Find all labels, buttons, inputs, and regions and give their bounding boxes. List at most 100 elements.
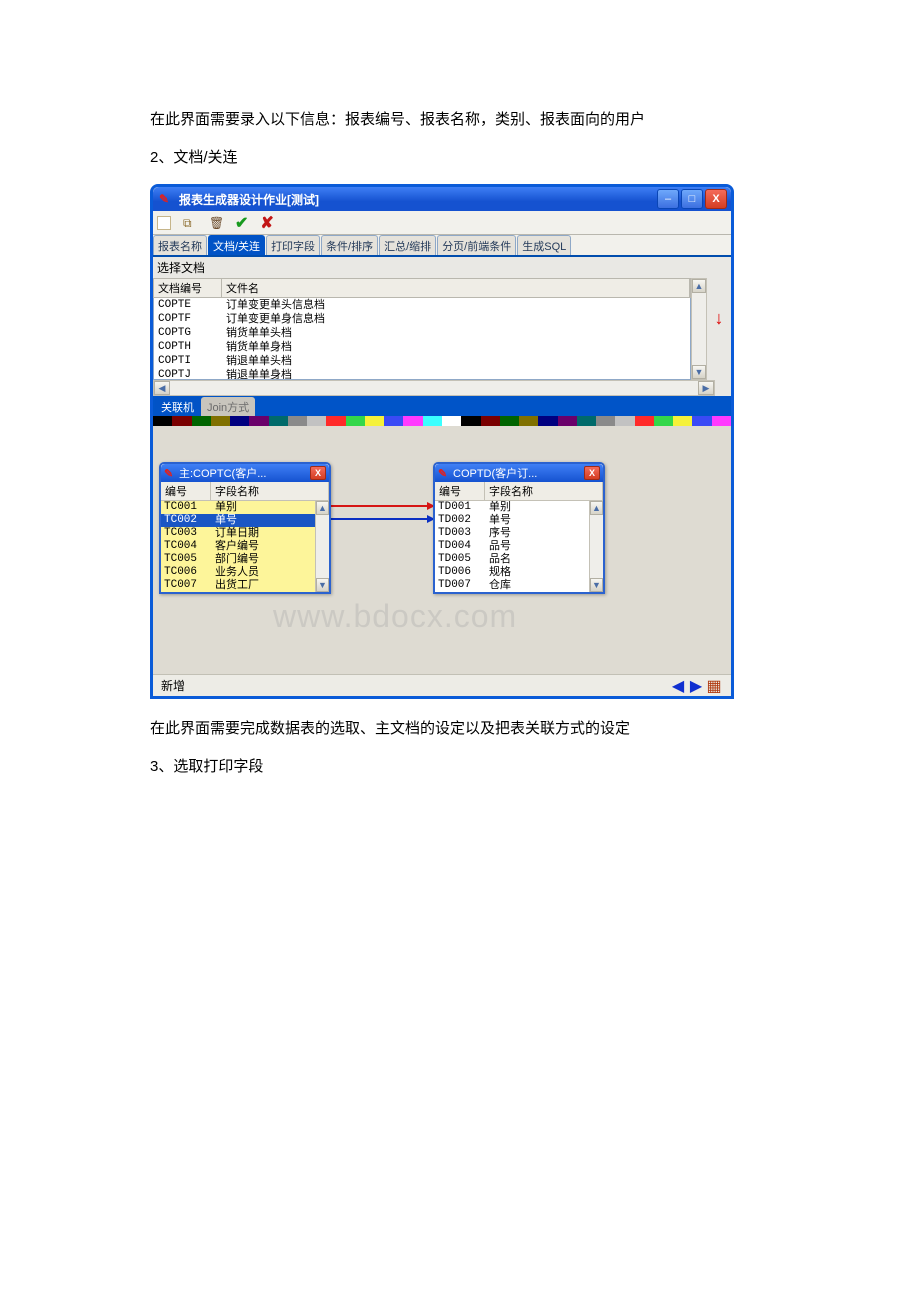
color-swatch[interactable]: [172, 416, 191, 426]
color-swatch[interactable]: [577, 416, 596, 426]
table-row: TD005品名: [435, 553, 589, 566]
color-swatch[interactable]: [635, 416, 654, 426]
color-swatch[interactable]: [461, 416, 480, 426]
table-row: TC002单号: [161, 514, 315, 527]
master-vscroll[interactable]: ▲▼: [315, 501, 329, 592]
color-swatch[interactable]: [384, 416, 403, 426]
maximize-button[interactable]: □: [681, 189, 703, 209]
scroll-left-icon[interactable]: ◀: [154, 381, 170, 395]
subtab-relation[interactable]: 关联机: [155, 397, 200, 416]
file-list-vscroll[interactable]: ▲ ▼: [691, 278, 707, 380]
table-row: TC004客户编号: [161, 540, 315, 553]
color-bar: [153, 416, 731, 426]
subtab-join[interactable]: Join方式: [201, 397, 255, 416]
color-swatch[interactable]: [153, 416, 172, 426]
color-swatch[interactable]: [211, 416, 230, 426]
new-icon[interactable]: [157, 216, 171, 230]
color-swatch[interactable]: [365, 416, 384, 426]
tab-summary[interactable]: 汇总/缩排: [379, 235, 436, 255]
scroll-down-icon[interactable]: ▼: [590, 578, 603, 592]
file-list[interactable]: COPTE订单变更单头信息档 COPTF订单变更单身信息档 COPTG销货单单头…: [153, 298, 691, 380]
next-icon[interactable]: ▶: [687, 676, 705, 696]
cancel-icon[interactable]: ✘: [260, 213, 273, 233]
scroll-down-icon[interactable]: ▼: [692, 365, 706, 379]
table-row: TC001单别: [161, 501, 315, 514]
para-4: 3、选取打印字段: [150, 755, 770, 779]
color-swatch[interactable]: [403, 416, 422, 426]
close-button[interactable]: X: [705, 189, 727, 209]
status-text: 新增: [161, 677, 669, 694]
scroll-down-icon[interactable]: ▼: [316, 578, 329, 592]
color-swatch[interactable]: [538, 416, 557, 426]
table-icon: ✎: [164, 467, 176, 480]
close-icon[interactable]: X: [584, 466, 600, 480]
color-swatch[interactable]: [230, 416, 249, 426]
list-item: COPTG销货单单头档: [154, 326, 690, 340]
prev-icon[interactable]: ◀: [669, 676, 687, 696]
file-list-header: 文档编号 文件名: [153, 278, 691, 298]
para-1: 在此界面需要录入以下信息：报表编号、报表名称，类别、报表面向的用户: [150, 108, 770, 132]
color-swatch[interactable]: [654, 416, 673, 426]
scroll-up-icon[interactable]: ▲: [590, 501, 603, 515]
copy-icon[interactable]: ⧉: [183, 216, 197, 230]
col-doc-id[interactable]: 文档编号: [154, 279, 222, 297]
detail-vscroll[interactable]: ▲▼: [589, 501, 603, 592]
relation-design-area[interactable]: ✎主:COPTC(客户...X 编号字段名称 TC001单别 TC002单号 T…: [153, 426, 731, 674]
col-field-name[interactable]: 字段名称: [211, 482, 329, 500]
col-doc-name[interactable]: 文件名: [222, 279, 690, 297]
color-swatch[interactable]: [346, 416, 365, 426]
table-row: TD007仓库: [435, 579, 589, 592]
color-swatch[interactable]: [326, 416, 345, 426]
subtab-bar: 关联机 Join方式: [153, 396, 731, 416]
tab-print-fields[interactable]: 打印字段: [266, 235, 320, 255]
scroll-right-icon[interactable]: ▶: [698, 381, 714, 395]
tab-doc-relation[interactable]: 文档/关连: [208, 235, 265, 255]
close-icon[interactable]: X: [310, 466, 326, 480]
titlebar[interactable]: ✎ 报表生成器设计作业[测试] – □ X: [153, 187, 731, 211]
color-swatch[interactable]: [249, 416, 268, 426]
color-swatch[interactable]: [692, 416, 711, 426]
minimize-button[interactable]: –: [657, 189, 679, 209]
confirm-icon[interactable]: ✔: [235, 213, 248, 233]
color-swatch[interactable]: [615, 416, 634, 426]
table-row: TD003序号: [435, 527, 589, 540]
scroll-up-icon[interactable]: ▲: [316, 501, 329, 515]
file-list-hscroll[interactable]: ◀ ▶: [153, 380, 715, 396]
col-id[interactable]: 编号: [161, 482, 211, 500]
delete-icon[interactable]: 🗑: [209, 216, 223, 230]
color-swatch[interactable]: [481, 416, 500, 426]
tab-condition-sort[interactable]: 条件/排序: [321, 235, 378, 255]
color-swatch[interactable]: [519, 416, 538, 426]
tab-page-front-cond[interactable]: 分页/前端条件: [437, 235, 516, 255]
color-swatch[interactable]: [673, 416, 692, 426]
scroll-up-icon[interactable]: ▲: [692, 279, 706, 293]
table-row: TD001单别: [435, 501, 589, 514]
master-table-window[interactable]: ✎主:COPTC(客户...X 编号字段名称 TC001单别 TC002单号 T…: [159, 462, 331, 594]
color-swatch[interactable]: [712, 416, 731, 426]
detail-field-list[interactable]: TD001单别 TD002单号 TD003序号 TD004品号 TD005品名 …: [435, 501, 589, 592]
list-item: COPTI销退单单头档: [154, 354, 690, 368]
detail-table-window[interactable]: ✎COPTD(客户订...X 编号字段名称 TD001单别 TD002单号 TD…: [433, 462, 605, 594]
color-swatch[interactable]: [288, 416, 307, 426]
color-swatch[interactable]: [269, 416, 288, 426]
color-swatch[interactable]: [192, 416, 211, 426]
col-field-name[interactable]: 字段名称: [485, 482, 603, 500]
tab-report-name[interactable]: 报表名称: [153, 235, 207, 255]
status-bar: 新增 ◀ ▶ ▦: [153, 674, 731, 696]
color-swatch[interactable]: [307, 416, 326, 426]
color-swatch[interactable]: [442, 416, 461, 426]
list-item: COPTF订单变更单身信息档: [154, 312, 690, 326]
table-icon: ✎: [438, 467, 450, 480]
window-title: 报表生成器设计作业[测试]: [179, 191, 657, 208]
move-down-icon[interactable]: ↓: [715, 308, 724, 329]
action-icon[interactable]: ▦: [705, 676, 723, 696]
color-swatch[interactable]: [500, 416, 519, 426]
color-swatch[interactable]: [596, 416, 615, 426]
color-swatch[interactable]: [423, 416, 442, 426]
tab-sql[interactable]: 生成SQL: [517, 235, 571, 255]
color-swatch[interactable]: [558, 416, 577, 426]
detail-title: COPTD(客户订...: [453, 465, 584, 481]
app-icon: ✎: [159, 192, 173, 206]
col-id[interactable]: 编号: [435, 482, 485, 500]
master-field-list[interactable]: TC001单别 TC002单号 TC003订单日期 TC004客户编号 TC00…: [161, 501, 315, 592]
